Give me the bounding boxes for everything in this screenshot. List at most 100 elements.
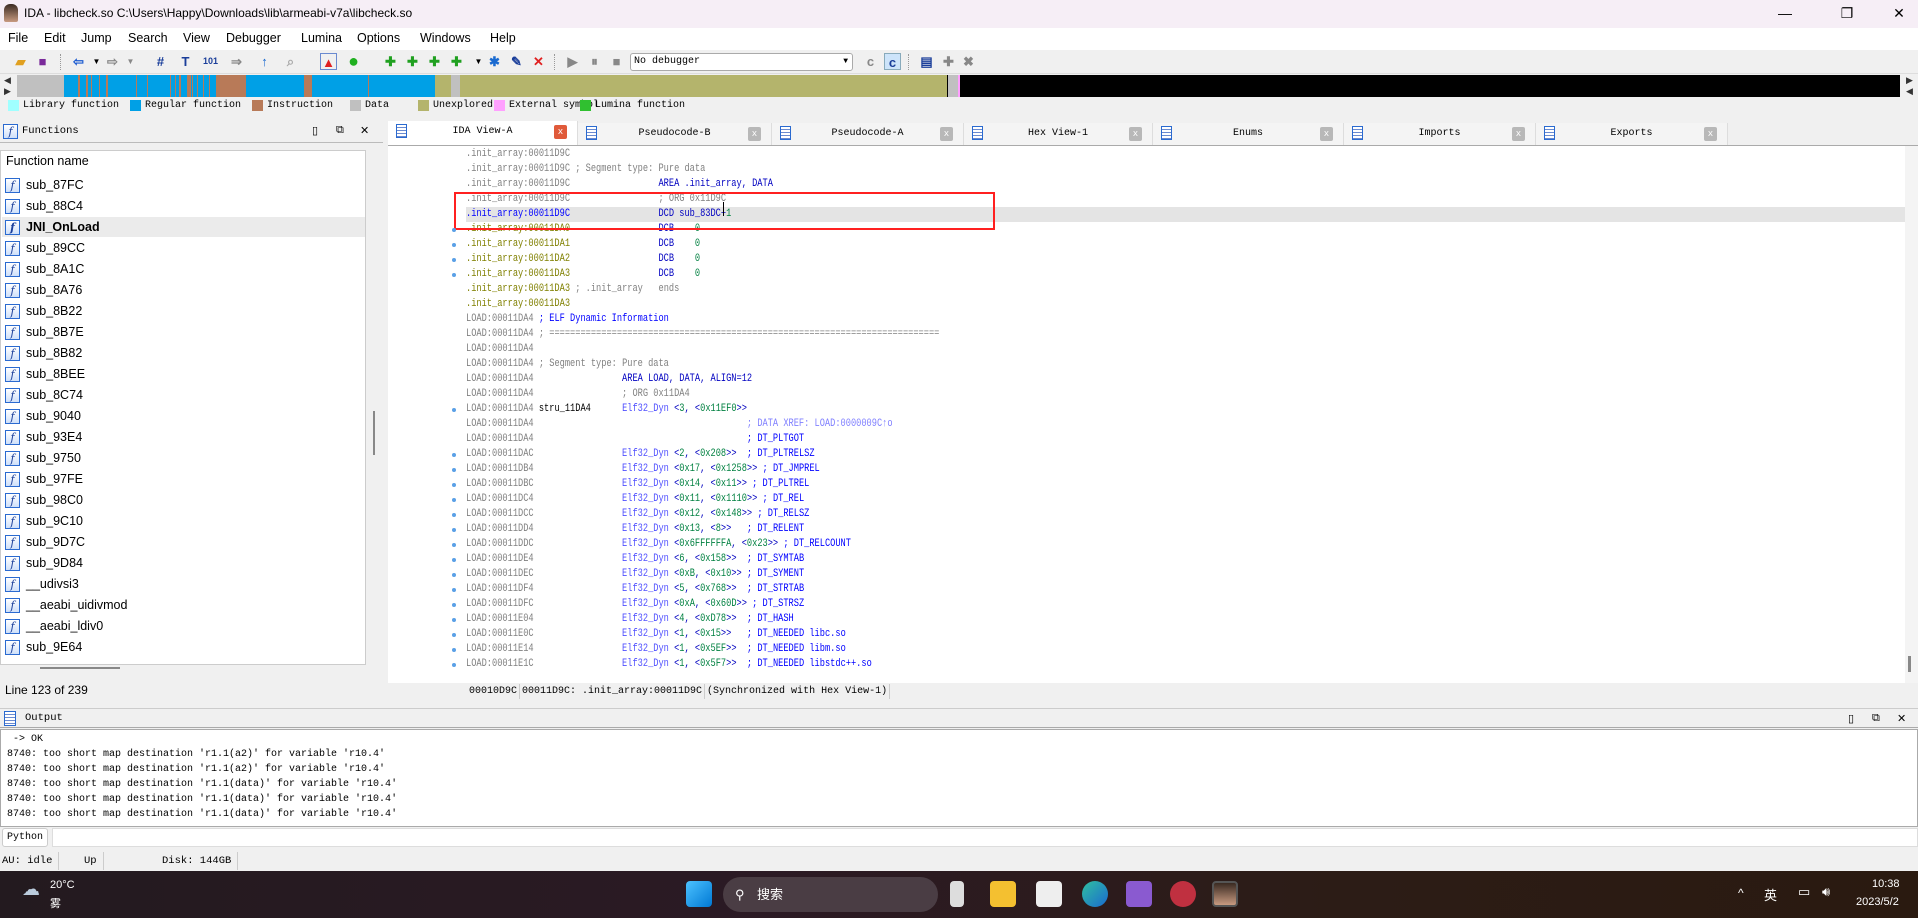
close-panel-button[interactable]: ✕	[360, 124, 369, 137]
script-language-button[interactable]: Python	[2, 828, 48, 847]
function-list-item[interactable]: f sub_98C0	[2, 490, 365, 510]
disassembly-line[interactable]: .init_array:00011DA1 DCB 0	[466, 237, 1918, 252]
nav-segment-ins[interactable]	[216, 75, 246, 97]
nav-segment-ins[interactable]	[170, 75, 171, 97]
binoculars-text-icon[interactable]: T	[177, 53, 194, 70]
disassembly-line[interactable]: LOAD:00011E0C Elf32_Dyn <1, <0x15>> ; DT…	[466, 627, 1918, 642]
make-data-icon[interactable]: ✚	[404, 53, 421, 70]
nav-segment-ins[interactable]	[136, 75, 137, 97]
nav-segment-data[interactable]	[451, 75, 460, 97]
function-list-item[interactable]: f sub_8B22	[2, 301, 365, 321]
clock-time[interactable]: 10:38	[1872, 878, 1900, 890]
vertical-scrollbar[interactable]	[373, 411, 375, 455]
file-explorer-icon[interactable]	[990, 881, 1016, 907]
nav-segment-ins[interactable]	[147, 75, 148, 97]
disassembly-line[interactable]: .init_array:00011DA3 DCB 0	[466, 267, 1918, 282]
network-icon[interactable]: ▭	[1798, 884, 1810, 900]
navigation-band[interactable]: ◀ ▶ ▶ ◀	[0, 75, 1918, 97]
nav-segment-unx[interactable]	[460, 75, 947, 97]
nav-right-icon[interactable]: ▶	[1906, 75, 1913, 86]
horizontal-scrollbar[interactable]	[40, 667, 120, 669]
nav-segment-ins[interactable]	[86, 75, 88, 97]
vertical-scrollbar[interactable]	[1905, 146, 1918, 683]
tab-pseudocode-a[interactable]: Pseudocode-A x	[772, 123, 964, 145]
clock-date[interactable]: 2023/5/2	[1856, 896, 1899, 908]
disassembly-line[interactable]: .init_array:00011D9C ; Segment type: Pur…	[466, 162, 1918, 177]
disassembly-line[interactable]: LOAD:00011DDC Elf32_Dyn <0x6FFFFFFA, <0x…	[466, 537, 1918, 552]
disassembly-line[interactable]: .init_array:00011DA2 DCB 0	[466, 252, 1918, 267]
function-list-item[interactable]: f __aeabi_uidivmod	[2, 595, 365, 615]
disassembly-line[interactable]: LOAD:00011DC4 Elf32_Dyn <0x11, <0x1110>>…	[466, 492, 1918, 507]
nav-segment-ins[interactable]	[175, 75, 176, 97]
binoculars-code-icon[interactable]: #	[152, 53, 169, 70]
forward-icon[interactable]: ⇨	[104, 53, 121, 70]
function-list-item[interactable]: f sub_97FE	[2, 469, 365, 489]
task-view-icon[interactable]	[950, 881, 964, 907]
taskbar-search[interactable]: ⚲ 搜索	[723, 877, 938, 912]
sync-icon[interactable]: c	[884, 53, 901, 70]
make-string-icon[interactable]: ✚	[448, 53, 465, 70]
save-icon[interactable]: ■	[34, 53, 51, 70]
menu-windows[interactable]: Windows	[420, 31, 471, 45]
disassembly-line[interactable]: LOAD:00011DF4 Elf32_Dyn <5, <0x768>> ; D…	[466, 582, 1918, 597]
tab-exports[interactable]: Exports x	[1536, 123, 1728, 145]
open-icon[interactable]: ▰	[12, 53, 29, 70]
store-icon[interactable]	[1036, 881, 1062, 907]
weather-condition[interactable]: 雾	[50, 895, 61, 911]
nav-segment-ins[interactable]	[368, 75, 369, 97]
close-button[interactable]: ✕	[1884, 4, 1914, 22]
chevron-down-icon[interactable]: ▼	[88, 53, 105, 70]
disassembly-line[interactable]: LOAD:00011E04 Elf32_Dyn <4, <0xD78>> ; D…	[466, 612, 1918, 627]
app-icon[interactable]	[1170, 881, 1196, 907]
disassembly-line[interactable]: LOAD:00011DA4 ; Segment type: Pure data	[466, 357, 1918, 372]
disassembly-line[interactable]: LOAD:00011E1C Elf32_Dyn <1, <0x5F7>> ; D…	[466, 657, 1918, 672]
disassembly-line[interactable]: LOAD:00011DFC Elf32_Dyn <0xA, <0x60D>> ;…	[466, 597, 1918, 612]
nav-segment-ins[interactable]	[91, 75, 92, 97]
nav-segment-ins[interactable]	[99, 75, 100, 97]
edge-icon[interactable]	[1082, 881, 1108, 907]
tab-imports[interactable]: Imports x	[1344, 123, 1536, 145]
function-list-item[interactable]: f sub_8B7E	[2, 322, 365, 342]
tab-close-icon[interactable]: x	[1129, 127, 1142, 141]
menu-jump[interactable]: Jump	[81, 31, 112, 45]
ime-indicator[interactable]: 英	[1764, 885, 1777, 904]
function-list-item[interactable]: f sub_9D7C	[2, 532, 365, 552]
disassembly-line[interactable]: LOAD:00011DA4 ; ELF Dynamic Information	[466, 312, 1918, 327]
tab-close-icon[interactable]: x	[748, 127, 761, 141]
nav-segment-reg[interactable]	[64, 75, 435, 97]
disassembly-line[interactable]: LOAD:00011DBC Elf32_Dyn <0x14, <0x11>> ;…	[466, 477, 1918, 492]
close-panel-button[interactable]: ✕	[1897, 712, 1906, 725]
menu-search[interactable]: Search	[128, 31, 168, 45]
nav-segment-data[interactable]	[17, 75, 64, 97]
function-list-item[interactable]: f sub_8A1C	[2, 259, 365, 279]
menu-view[interactable]: View	[183, 31, 210, 45]
function-list-item[interactable]: f sub_9040	[2, 406, 365, 426]
disassembly-line[interactable]: LOAD:00011E14 Elf32_Dyn <1, <0x5EF>> ; D…	[466, 642, 1918, 657]
menu-help[interactable]: Help	[490, 31, 516, 45]
attach-icon[interactable]: c	[862, 53, 879, 70]
function-list-item[interactable]: f __aeabi_ldiv0	[2, 616, 365, 636]
menu-debugger[interactable]: Debugger	[226, 31, 281, 45]
minimize-button[interactable]: —	[1770, 4, 1800, 22]
green-circle-icon[interactable]: ●	[345, 52, 362, 70]
weather-temp[interactable]: 20°C	[50, 879, 75, 891]
disassembly-line[interactable]: LOAD:00011DA4 ; DT_PLTGOT	[466, 432, 1918, 447]
pause-icon[interactable]: ⏸	[586, 53, 603, 70]
weather-icon[interactable]: ☁	[22, 879, 40, 900]
python-command-input[interactable]	[52, 828, 1918, 847]
nav-segment-ins[interactable]	[106, 75, 108, 97]
disassembly-line[interactable]: .init_array:00011DA3 ; .init_array ends	[466, 282, 1918, 297]
restore-button[interactable]: ❐	[1832, 4, 1862, 22]
function-list-item[interactable]: f sub_9750	[2, 448, 365, 468]
make-ascii-icon[interactable]: ✚	[426, 53, 443, 70]
nav-left-icon[interactable]: ◀	[1906, 86, 1913, 97]
chevron-down-icon[interactable]: ▼	[122, 53, 139, 70]
menu-file[interactable]: File	[8, 31, 28, 45]
menu-options[interactable]: Options	[357, 31, 400, 45]
jump-up-icon[interactable]: ↑	[256, 53, 273, 70]
tray-overflow-icon[interactable]: ^	[1738, 886, 1744, 900]
breakpoint-icon[interactable]: ▲	[320, 53, 337, 70]
function-list-item[interactable]: f sub_9C10	[2, 511, 365, 531]
disassembly-line[interactable]: LOAD:00011DA4 ; ========================…	[466, 327, 1918, 342]
volume-icon[interactable]: 🔊︎	[1822, 884, 1830, 900]
